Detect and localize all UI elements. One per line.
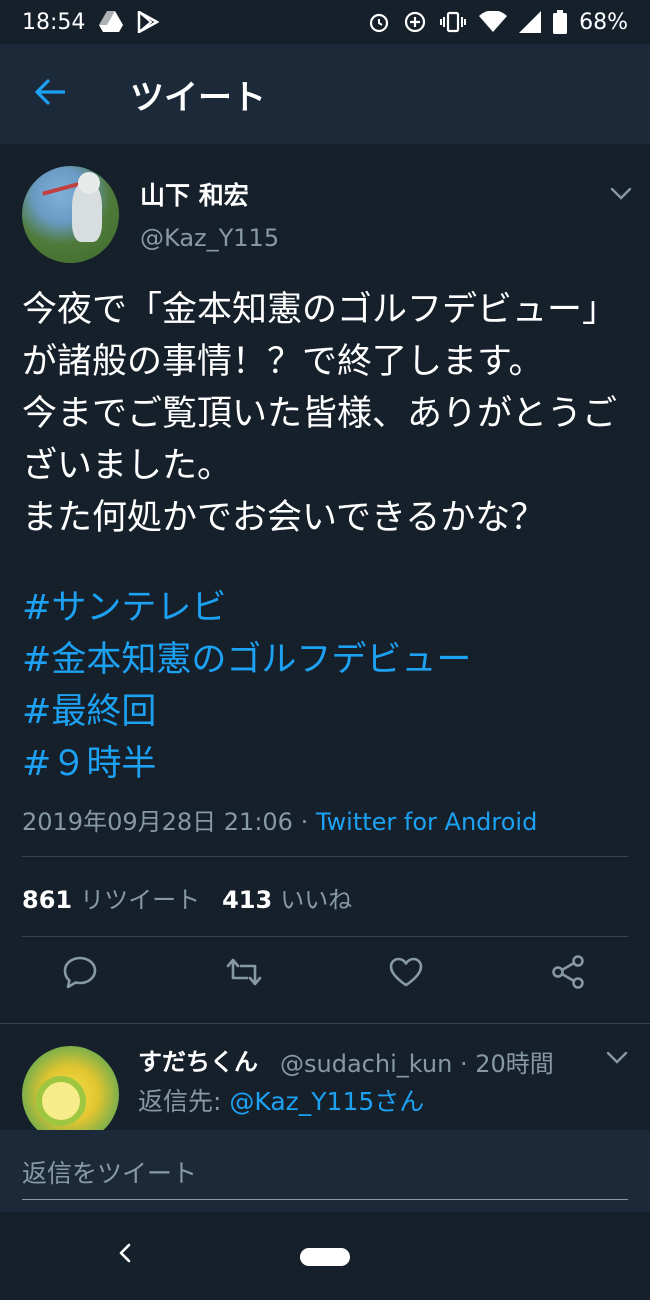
- share-icon: [550, 954, 586, 994]
- reply-input[interactable]: 返信をツイート: [22, 1148, 628, 1200]
- tweet-menu-button[interactable]: [610, 186, 632, 205]
- tweet-meta: 2019年09月28日 21:06 · Twitter for Android: [22, 802, 537, 837]
- meta-separator: ·: [292, 808, 316, 836]
- data-saver-icon: [403, 10, 427, 34]
- like-stat[interactable]: 413 いいね: [222, 880, 352, 915]
- top-app-bar: ツイート: [0, 44, 650, 144]
- battery-icon: [553, 10, 568, 34]
- tweet-timestamp: 2019年09月28日 21:06: [22, 808, 293, 836]
- hashtag-link[interactable]: #最終回: [22, 686, 628, 738]
- drive-icon: [99, 11, 124, 33]
- share-button[interactable]: [546, 952, 590, 996]
- tweet-author: 山下 和宏 @Kaz_Y115: [22, 166, 632, 266]
- divider: [22, 936, 628, 937]
- citrus-slice-shape: [36, 1076, 86, 1126]
- reply-menu-button[interactable]: [606, 1050, 628, 1069]
- author-name[interactable]: 山下 和宏: [140, 176, 249, 212]
- hashtag-link[interactable]: #９時半: [22, 738, 628, 790]
- reply-icon: [62, 955, 98, 993]
- like-button[interactable]: [384, 952, 428, 996]
- avatar[interactable]: [22, 1046, 119, 1130]
- like-count: 413: [222, 886, 273, 914]
- play-store-icon: [137, 11, 160, 33]
- reply-button[interactable]: [58, 952, 102, 996]
- page-title: ツイート: [130, 77, 266, 118]
- signal-icon: [519, 11, 542, 33]
- heart-icon: [388, 956, 424, 992]
- reply-author-name[interactable]: すだちくん: [138, 1042, 258, 1077]
- alarm-icon: [367, 10, 391, 34]
- author-handle[interactable]: @Kaz_Y115: [140, 224, 279, 252]
- reply-to-line: 返信先: @Kaz_Y115さん: [138, 1082, 424, 1118]
- arrow-left-icon: [35, 79, 66, 109]
- like-label: いいね: [280, 886, 353, 914]
- vibrate-icon: [439, 10, 467, 34]
- divider: [22, 856, 628, 857]
- home-pill-button[interactable]: [300, 1248, 350, 1266]
- reply-to-handle[interactable]: @Kaz_Y115さん: [229, 1087, 424, 1116]
- chevron-down-icon: [610, 186, 632, 205]
- reply-tweet[interactable]: すだちくん @sudachi_kun · 20時間 返信先: @Kaz_Y115…: [0, 1024, 650, 1130]
- back-button[interactable]: [22, 66, 78, 122]
- retweet-label: リツイート: [80, 886, 201, 914]
- battery-percent: 68%: [579, 9, 628, 35]
- child-head: [78, 172, 100, 194]
- wifi-icon: [479, 11, 508, 33]
- tweet-hashtags: #サンテレビ #金本知憲のゴルフデビュー #最終回 #９時半: [22, 582, 628, 790]
- retweet-icon: [224, 956, 264, 992]
- reply-composer-bar: 返信をツイート: [0, 1130, 650, 1212]
- reply-to-label: 返信先:: [138, 1087, 230, 1116]
- system-back-button[interactable]: [110, 1240, 140, 1270]
- retweet-count: 861: [22, 886, 73, 914]
- hashtag-link[interactable]: #金本知憲のゴルフデビュー: [22, 634, 628, 686]
- system-navigation-bar: [0, 1212, 650, 1300]
- hashtag-link[interactable]: #サンテレビ: [22, 582, 628, 634]
- tweet-stats: 861 リツイート 413 いいね: [22, 880, 352, 915]
- tweet-actions: [0, 952, 650, 1012]
- chevron-left-icon: [118, 1243, 132, 1267]
- status-bar: 18:54 68%: [0, 0, 650, 44]
- retweet-button[interactable]: [222, 952, 266, 996]
- status-time: 18:54: [22, 9, 86, 35]
- retweet-stat[interactable]: 861 リツイート: [22, 880, 200, 915]
- chevron-down-icon: [606, 1050, 628, 1069]
- tweet-source-link[interactable]: Twitter for Android: [316, 808, 537, 836]
- avatar[interactable]: [22, 166, 119, 263]
- reply-author-handle[interactable]: @sudachi_kun · 20時間: [280, 1044, 554, 1079]
- tweet-text: 今夜で「金本知憲のゴルフデビュー」が諸般の事情！？で終了します。 今までご覧頂い…: [22, 290, 618, 538]
